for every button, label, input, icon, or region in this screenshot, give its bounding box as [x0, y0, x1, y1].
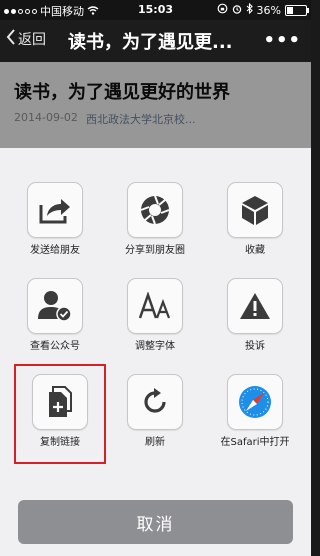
action-font-size[interactable]: 调整字体: [110, 278, 200, 353]
aperture-icon: [140, 195, 170, 225]
page-title: 读书，为了遇见更...: [68, 32, 233, 53]
nav-bar: 返回 读书，为了遇见更... •••: [0, 20, 311, 62]
refresh-icon: [144, 388, 166, 413]
status-bar: 中国移动 15:03 36%: [0, 0, 311, 20]
action-label: 在Safari中打开: [220, 437, 290, 448]
action-tile[interactable]: [127, 278, 183, 334]
action-label: 收藏: [245, 245, 265, 256]
back-button[interactable]: 返回: [6, 29, 46, 49]
action-label: 投诉: [245, 341, 265, 352]
action-tile[interactable]: [127, 182, 183, 238]
action-tile[interactable]: [127, 374, 183, 430]
action-label: 发送给朋友: [30, 245, 80, 256]
status-right: 36%: [217, 2, 309, 17]
action-report[interactable]: 投诉: [210, 278, 300, 353]
chevron-left-icon: [6, 29, 16, 49]
action-favorite[interactable]: 收藏: [210, 182, 300, 257]
action-send-to-friend[interactable]: 发送给朋友: [10, 182, 100, 257]
person-check-icon: [38, 291, 72, 322]
action-label: 调整字体: [135, 341, 175, 352]
action-sheet: 发送给朋友 分享到朋友圈 收藏 查看公众号 调整字体 投诉 复制链接 刷新 在S…: [0, 148, 311, 556]
share-arrow-icon: [39, 199, 70, 224]
action-share-moments[interactable]: 分享到朋友圈: [110, 182, 200, 257]
action-view-account[interactable]: 查看公众号: [10, 278, 100, 353]
safari-compass-icon: [239, 386, 271, 418]
cube-icon: [242, 196, 268, 225]
more-options-icon[interactable]: •••: [263, 30, 301, 51]
action-label: 查看公众号: [30, 341, 80, 352]
back-label: 返回: [18, 32, 46, 48]
font-size-icon: [138, 292, 171, 319]
action-tile[interactable]: [227, 278, 283, 334]
action-tile[interactable]: [27, 278, 83, 334]
dim-overlay: [0, 62, 311, 148]
battery-level: [287, 6, 294, 14]
action-label: 分享到朋友圈: [125, 245, 185, 256]
highlight-box: [14, 364, 106, 464]
battery-percent: 36%: [256, 3, 281, 17]
action-tile[interactable]: [27, 182, 83, 238]
action-label: 刷新: [145, 437, 165, 448]
bluetooth-icon: [246, 2, 253, 17]
cancel-button[interactable]: 取消: [18, 500, 293, 544]
action-refresh[interactable]: 刷新: [110, 374, 200, 449]
warning-icon: [240, 293, 270, 319]
action-tile[interactable]: [227, 374, 283, 430]
action-open-safari[interactable]: 在Safari中打开: [210, 374, 300, 449]
battery-icon: [285, 4, 309, 16]
action-tile[interactable]: [227, 182, 283, 238]
rotation-lock-icon: [217, 3, 228, 17]
alarm-icon: [232, 4, 242, 17]
